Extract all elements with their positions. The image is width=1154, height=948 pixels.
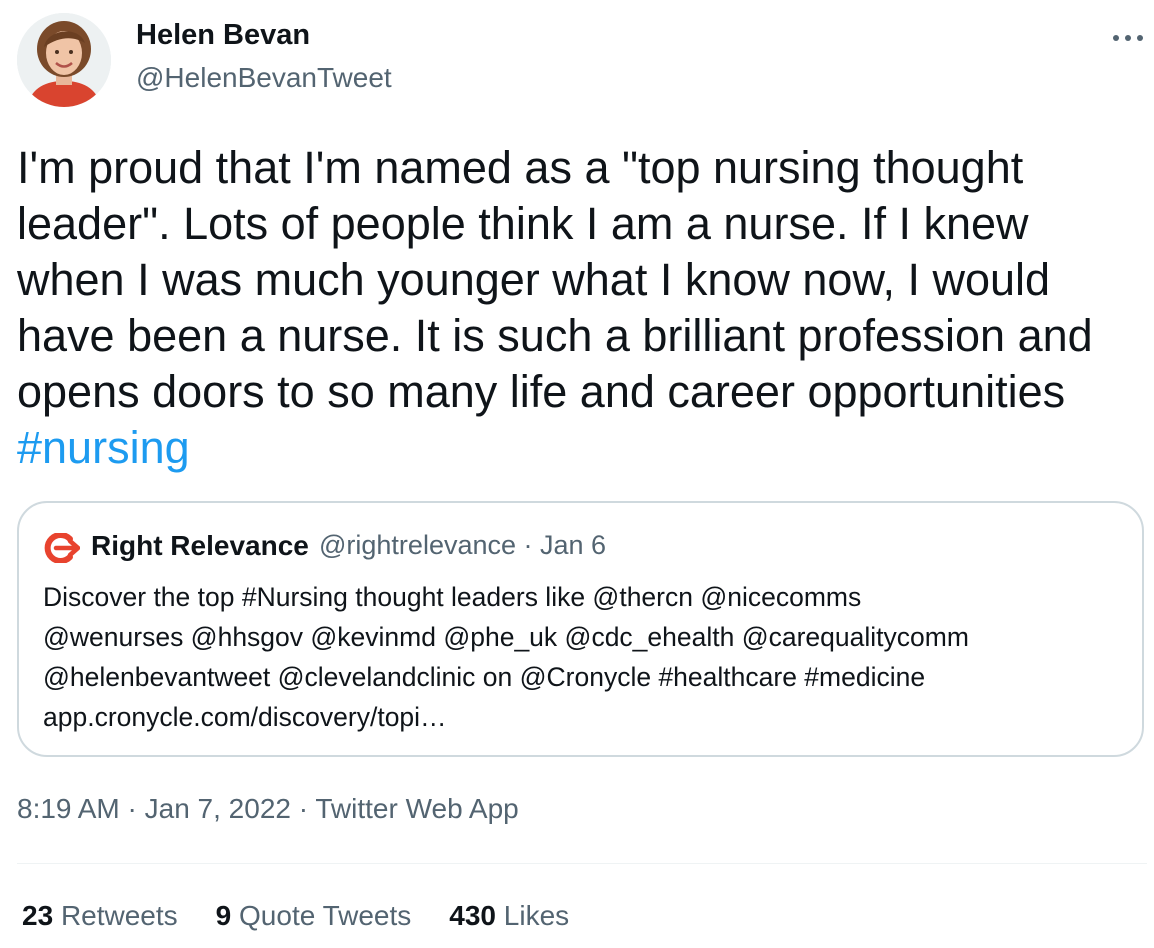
likes-stat[interactable]: 430 Likes <box>449 900 569 932</box>
avatar-photo <box>17 13 111 107</box>
author-name[interactable]: Helen Bevan <box>136 19 310 52</box>
tweet-meta: 8:19 AM · Jan 7, 2022 · Twitter Web App <box>17 793 519 825</box>
likes-count: 430 <box>449 900 496 931</box>
quote-tweets-stat[interactable]: 9 Quote Tweets <box>216 900 412 932</box>
quoted-author-name: Right Relevance <box>91 530 309 561</box>
hashtag-link[interactable]: #nursing <box>17 422 190 473</box>
tweet-stats: 23 Retweets 9 Quote Tweets 430 Likes <box>22 900 607 932</box>
quoted-tweet-card[interactable]: Right Relevance @rightrelevance · Jan 6 … <box>17 501 1144 757</box>
likes-label: Likes <box>503 900 570 931</box>
tweet-time[interactable]: 8:19 AM <box>17 793 120 824</box>
tweet-date[interactable]: Jan 7, 2022 <box>145 793 291 824</box>
retweets-stat[interactable]: 23 Retweets <box>22 900 178 932</box>
tweet-body: I'm proud that I'm named as a "top nursi… <box>17 142 1093 417</box>
quote-tweets-count: 9 <box>215 900 232 931</box>
meta-separator: · <box>290 793 316 824</box>
quoted-tweet-text: Discover the top #Nursing thought leader… <box>43 582 969 732</box>
author-handle[interactable]: @HelenBevanTweet <box>136 62 392 94</box>
divider <box>17 863 1147 864</box>
tweet-text: I'm proud that I'm named as a "top nursi… <box>17 140 1132 476</box>
tweet-source[interactable]: Twitter Web App <box>315 793 518 824</box>
quoted-author-meta: @rightrelevance · Jan 6 <box>319 530 607 560</box>
retweets-count: 23 <box>22 900 54 931</box>
author-avatar[interactable] <box>17 13 111 107</box>
right-relevance-logo-icon <box>44 532 81 564</box>
retweets-label: Retweets <box>60 900 178 931</box>
meta-separator: · <box>119 793 145 824</box>
more-options-icon[interactable] <box>1108 26 1148 50</box>
quote-tweets-label: Quote Tweets <box>239 900 412 931</box>
